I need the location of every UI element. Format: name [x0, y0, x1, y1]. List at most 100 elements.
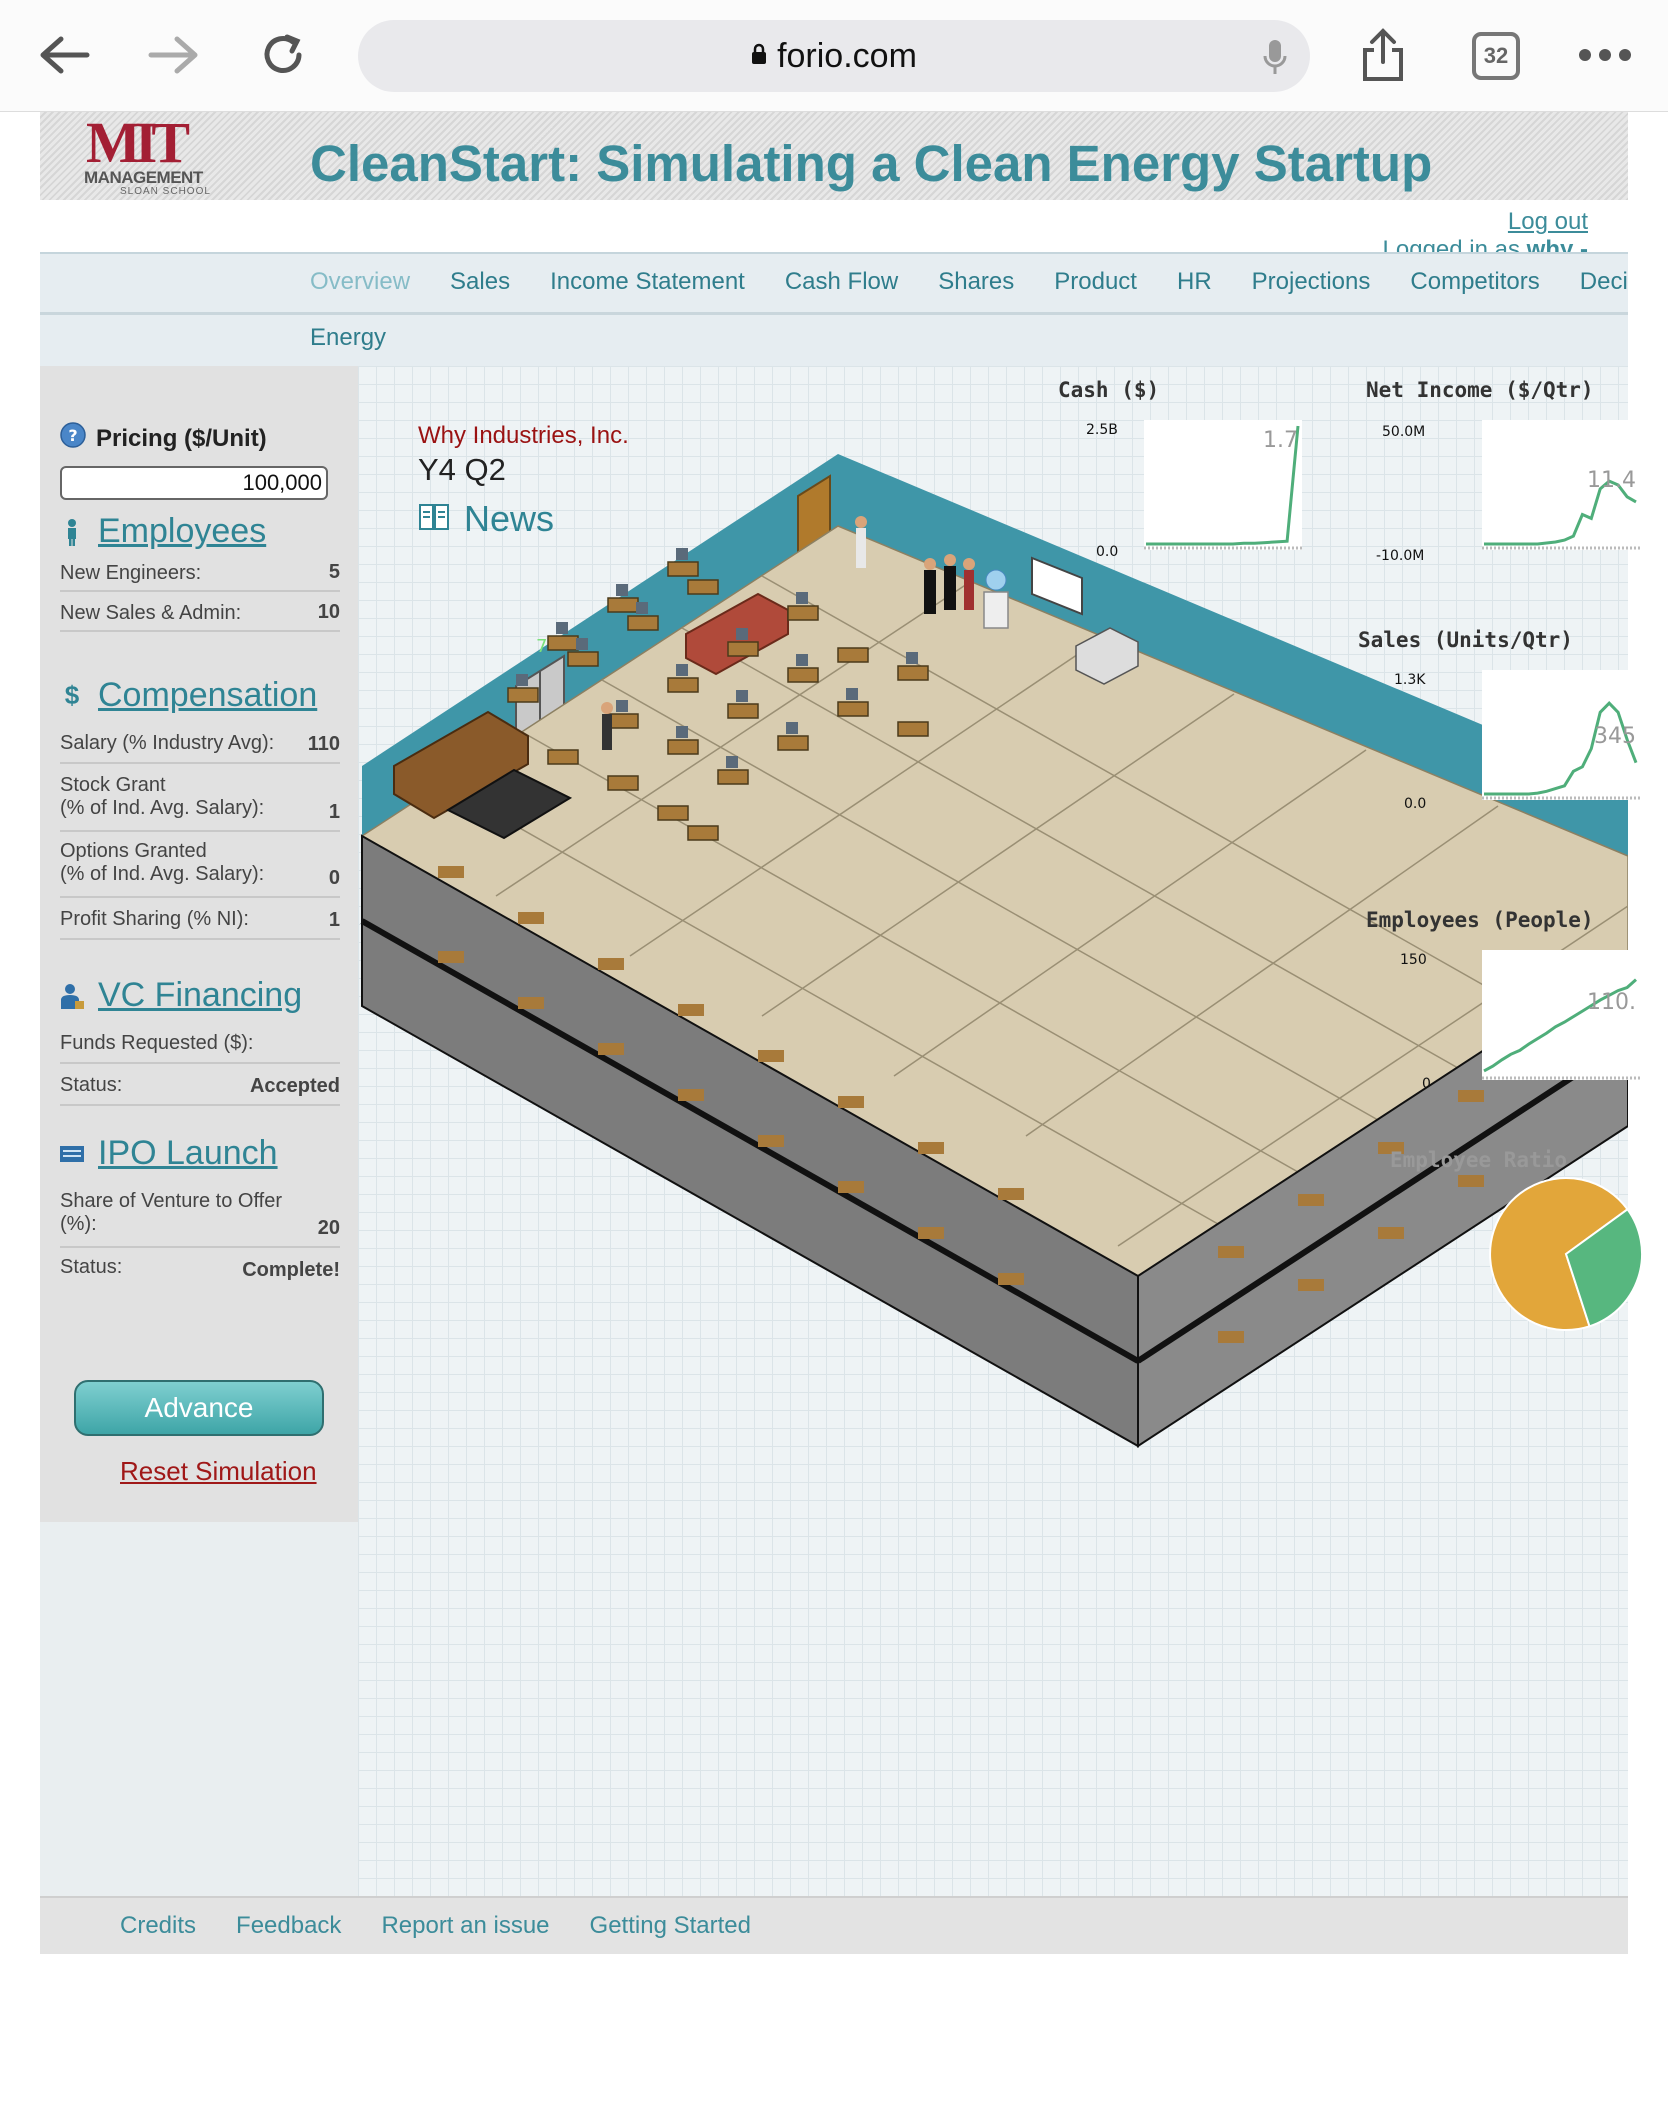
person-icon: [60, 518, 84, 546]
tab-projections[interactable]: Projections: [1252, 268, 1371, 308]
vc-financing-link[interactable]: VC Financing: [98, 976, 302, 1015]
tab-sales[interactable]: Sales: [450, 268, 510, 308]
tab-energy[interactable]: Energy: [310, 324, 386, 351]
more-icon[interactable]: [1574, 24, 1636, 86]
profit-sharing-value[interactable]: 1: [329, 909, 340, 932]
new-sales-admin-label: New Sales & Admin:: [60, 602, 242, 624]
compensation-link[interactable]: Compensation: [98, 676, 317, 715]
mit-sloan-logo[interactable]: MIT MANAGEMENT SLOAN SCHOOL: [80, 114, 230, 198]
investor-icon: [60, 982, 84, 1010]
employees-chart[interactable]: 110.: [1482, 950, 1640, 1080]
report-issue-link[interactable]: Report an issue: [381, 1912, 549, 1940]
cash-current-value: 1.7: [1263, 428, 1298, 453]
profit-sharing-row: Profit Sharing (% NI): 1: [60, 908, 340, 940]
feedback-link[interactable]: Feedback: [236, 1912, 341, 1940]
back-arrow-icon[interactable]: [34, 24, 96, 86]
vc-status-label: Status:: [60, 1074, 123, 1096]
ipo-launch-header: IPO Launch: [60, 1134, 278, 1173]
getting-started-link[interactable]: Getting Started: [590, 1912, 751, 1940]
nav-divider: [40, 312, 1628, 315]
new-sales-admin-row: New Sales & Admin: 10: [60, 601, 340, 632]
tabs-icon[interactable]: 32: [1472, 32, 1520, 80]
share-offer-value[interactable]: 20: [318, 1217, 340, 1240]
share-icon[interactable]: [1352, 24, 1414, 86]
tab-overview[interactable]: Overview: [310, 268, 410, 308]
logout-link[interactable]: Log out: [1508, 208, 1588, 236]
water-bottle: [985, 569, 1007, 591]
news-link[interactable]: News: [464, 498, 554, 540]
employees-chart-svg: [1482, 978, 1640, 1080]
microphone-icon[interactable]: [1262, 38, 1288, 81]
svg-text:?: ?: [68, 426, 77, 445]
address-bar[interactable]: forio.com: [358, 20, 1310, 92]
stock-grant-label: Stock Grant: [60, 774, 166, 796]
water-cooler: [983, 591, 1009, 629]
footer-links: Credits Feedback Report an issue Getting…: [120, 1912, 791, 1940]
help-icon[interactable]: ?: [60, 422, 86, 455]
logo-line-management: MANAGEMENT: [84, 168, 203, 187]
nav-row-secondary: Energy: [310, 324, 426, 352]
nav-row-primary: Overview Sales Income Statement Cash Flo…: [310, 268, 1668, 308]
site-footer: Credits Feedback Report an issue Getting…: [40, 1896, 1628, 1954]
site-frame: MIT MANAGEMENT SLOAN SCHOOL CleanStart: …: [40, 112, 1644, 1954]
vc-financing-header: VC Financing: [60, 976, 302, 1015]
decision-sidebar: ? Pricing ($/Unit) Employees New Enginee…: [40, 366, 358, 1522]
credits-link[interactable]: Credits: [120, 1912, 196, 1940]
tab-decisions[interactable]: Deci: [1580, 268, 1628, 308]
logo-letters: MIT: [86, 110, 190, 175]
tab-income-statement[interactable]: Income Statement: [550, 268, 745, 308]
sales-current-value: 345: [1594, 724, 1636, 749]
tab-competitors[interactable]: Competitors: [1410, 268, 1539, 308]
simulation-view: 7 Why Industries, Inc. Y4 Q2 News Cash (…: [358, 366, 1644, 1896]
net-income-current-value: 11.4: [1587, 468, 1636, 493]
forward-arrow-icon[interactable]: [142, 24, 204, 86]
ipo-status-label: Status:: [60, 1256, 123, 1278]
wall-number: 7: [536, 636, 547, 657]
sales-y-max: 1.3K: [1394, 672, 1426, 688]
sales-chart[interactable]: 345: [1482, 670, 1640, 800]
news-button[interactable]: News: [418, 498, 554, 540]
salary-row: Salary (% Industry Avg): 110: [60, 732, 340, 764]
browser-toolbar: forio.com 32: [0, 0, 1668, 112]
share-offer-label: Share of Venture to Offer: [60, 1190, 282, 1212]
net-income-chart[interactable]: 11.4: [1482, 420, 1640, 550]
tab-hr[interactable]: HR: [1177, 268, 1212, 308]
employee-ratio-pie[interactable]: [1488, 1176, 1644, 1332]
net-income-y-min: -10.0M: [1376, 548, 1425, 564]
user-bar: Log out Logged in as why -: [40, 200, 1628, 263]
employees-header: Employees: [60, 512, 266, 551]
options-granted-sublabel: (% of Ind. Avg. Salary):: [60, 863, 265, 885]
site-title: CleanStart: Simulating a Clean Energy St…: [310, 135, 1433, 192]
tab-shares[interactable]: Shares: [938, 268, 1014, 308]
tab-cash-flow[interactable]: Cash Flow: [785, 268, 898, 308]
salary-value[interactable]: 110: [308, 733, 340, 756]
sales-chart-title: Sales (Units/Qtr): [1358, 628, 1573, 652]
stock-grant-value[interactable]: 1: [329, 801, 340, 824]
cash-chart[interactable]: 1.7: [1144, 420, 1302, 550]
advance-button[interactable]: Advance: [74, 1380, 324, 1436]
sales-y-min: 0.0: [1404, 796, 1427, 812]
site-banner: MIT MANAGEMENT SLOAN SCHOOL CleanStart: …: [40, 112, 1628, 200]
main-nav: Overview Sales Income Statement Cash Flo…: [40, 252, 1628, 366]
ipo-launch-link[interactable]: IPO Launch: [98, 1134, 278, 1173]
url-text: forio.com: [777, 36, 917, 75]
office-scene[interactable]: 7: [358, 366, 1628, 1566]
logo-line-sloan: SLOAN SCHOOL: [120, 186, 211, 197]
pricing-label-text: Pricing ($/Unit): [96, 424, 267, 452]
pricing-input[interactable]: [60, 466, 328, 500]
salary-label: Salary (% Industry Avg):: [60, 732, 275, 754]
options-granted-row: Options Granted (% of Ind. Avg. Salary):…: [60, 840, 340, 898]
new-engineers-value[interactable]: 5: [329, 561, 340, 584]
share-offer-sublabel: (%):: [60, 1213, 97, 1235]
stock-grant-row: Stock Grant (% of Ind. Avg. Salary): 1: [60, 774, 340, 832]
current-quarter: Y4 Q2: [418, 452, 506, 487]
employees-link[interactable]: Employees: [98, 512, 266, 551]
new-sales-admin-value[interactable]: 10: [318, 601, 340, 624]
reload-icon[interactable]: [252, 24, 314, 86]
reset-simulation-link[interactable]: Reset Simulation: [120, 1456, 317, 1487]
options-granted-value[interactable]: 0: [329, 867, 340, 890]
tab-product[interactable]: Product: [1054, 268, 1137, 308]
ipo-status-value: Complete!: [242, 1259, 340, 1281]
net-income-chart-title: Net Income ($/Qtr): [1366, 378, 1594, 402]
cash-y-min: 0.0: [1096, 544, 1119, 560]
